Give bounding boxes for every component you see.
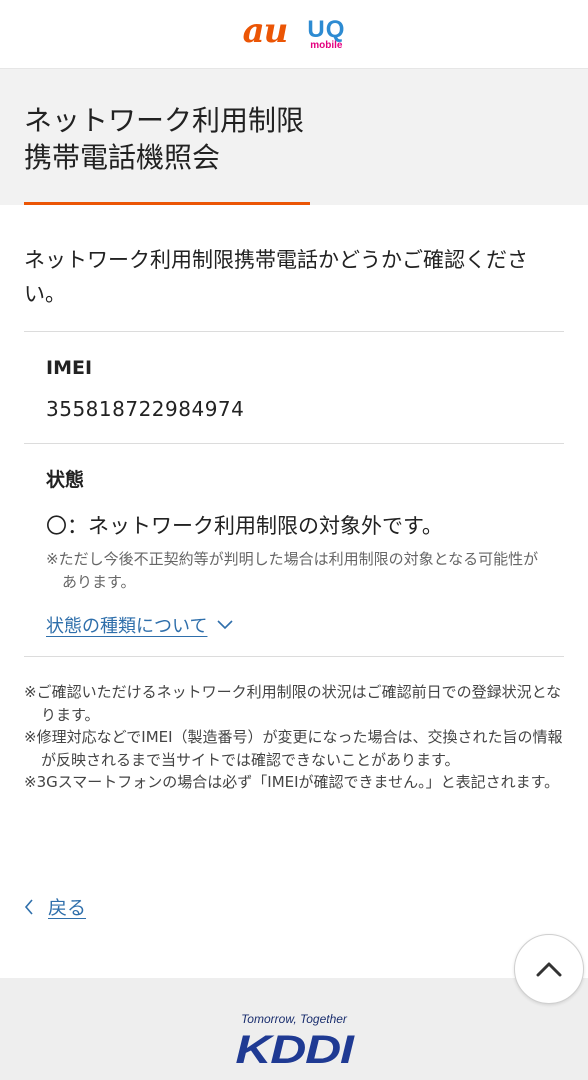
note-item: ※ご確認いただけるネットワーク利用制限の状況はご確認前日での登録状況となります。 xyxy=(24,683,562,724)
imei-value: 355818722984974 xyxy=(46,397,245,421)
footer-tagline: Tomorrow, Together xyxy=(241,1012,347,1026)
status-label: 状態 xyxy=(46,469,85,491)
footer: Tomorrow, Together KDDI xyxy=(0,978,588,1080)
page-title-line2: 携帯電話機照会 xyxy=(24,141,221,174)
site-header: au UQ mobile xyxy=(0,0,588,69)
title-block: ネットワーク利用制限 携帯電話機照会 xyxy=(0,69,588,205)
back-link-label: 戻る xyxy=(48,897,87,919)
au-logo[interactable]: au xyxy=(243,14,289,48)
status-result: 〇：ネットワーク利用制限の対象外です。 xyxy=(46,514,443,538)
uq-logo-subtext: mobile xyxy=(310,39,343,51)
status-types-link-label: 状態の種類について xyxy=(46,616,208,637)
back-link[interactable]: 戻る xyxy=(24,893,86,920)
chevron-up-icon xyxy=(536,962,562,977)
uq-mobile-logo[interactable]: UQ mobile xyxy=(307,15,346,51)
title-accent-underline xyxy=(24,202,310,205)
notes-section: ※ご確認いただけるネットワーク利用制限の状況はご確認前日での登録状況となります。… xyxy=(0,657,588,857)
chevron-down-icon xyxy=(217,620,234,630)
intro-text: ネットワーク利用制限携帯電話かどうかご確認ください。 xyxy=(24,248,528,306)
imei-section: IMEI 355818722984974 xyxy=(0,332,588,443)
scroll-to-top-button[interactable] xyxy=(514,934,584,1004)
note-item: ※修理対応などでIMEI（製造番号）が変更になった場合は、交換された旨の情報が反… xyxy=(24,728,563,769)
kddi-logo[interactable]: KDDI xyxy=(0,1028,588,1072)
chevron-left-icon xyxy=(24,898,33,915)
page: au UQ mobile ネットワーク利用制限 携帯電話機照会 ネットワーク利用… xyxy=(0,0,588,1080)
note-item: ※3Gスマートフォンの場合は必ず「IMEIが確認できません。」と表記されます。 xyxy=(24,773,560,791)
page-title-line1: ネットワーク利用制限 xyxy=(24,104,305,137)
status-note: ※ただし今後不正契約等が判明した場合は利用制限の対象となる可能性があります。 xyxy=(46,550,539,591)
status-section: 状態 〇：ネットワーク利用制限の対象外です。 ※ただし今後不正契約等が判明した場… xyxy=(0,444,588,656)
imei-label: IMEI xyxy=(46,357,93,379)
page-title: ネットワーク利用制限 携帯電話機照会 xyxy=(0,69,588,176)
status-types-link[interactable]: 状態の種類について xyxy=(46,612,234,638)
uq-logo-text: UQ xyxy=(307,15,346,43)
